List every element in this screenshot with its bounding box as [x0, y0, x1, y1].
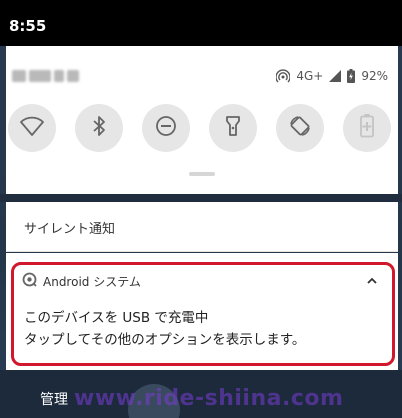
battery-charging-icon	[347, 69, 356, 83]
blurred-device-name	[12, 70, 80, 82]
status-time: 8:55	[9, 17, 47, 35]
notification-title: このデバイスを USB で充電中	[24, 310, 209, 326]
wifi-icon	[20, 116, 44, 140]
silent-notifications-label: サイレント通知	[24, 222, 116, 237]
flashlight-icon	[225, 115, 241, 141]
panel-drag-handle[interactable]	[189, 172, 215, 176]
quick-settings-tiles	[6, 104, 398, 154]
wifi-toggle[interactable]	[8, 104, 56, 152]
system-icons: 4G+ 92%	[276, 68, 388, 84]
chevron-up-icon[interactable]	[365, 273, 379, 287]
battery-saver-icon	[360, 114, 374, 142]
battery-saver-toggle[interactable]	[343, 104, 391, 152]
network-type: 4G+	[296, 69, 324, 83]
panel-divider	[0, 194, 402, 202]
android-system-icon	[22, 272, 37, 291]
watermark-text: www.ride-shiina.com	[74, 386, 344, 411]
quick-settings-panel: 4G+ 92%	[6, 46, 398, 194]
silent-notifications-header: サイレント通知	[6, 202, 398, 252]
do-not-disturb-icon	[155, 115, 177, 141]
auto-rotate-icon	[289, 115, 311, 141]
bluetooth-icon	[92, 115, 106, 141]
status-bar: 8:55	[0, 0, 402, 46]
bluetooth-toggle[interactable]	[75, 104, 123, 152]
notification-app-row: Android システム	[22, 272, 141, 290]
battery-level: 92%	[361, 69, 388, 83]
screen: 8:55 4G+ 92% サイレント通知 Android システム このデバイス…	[0, 0, 402, 418]
hotspot-icon	[276, 69, 291, 83]
manage-button[interactable]: 管理	[40, 389, 68, 409]
auto-rotate-toggle[interactable]	[276, 104, 324, 152]
flashlight-toggle[interactable]	[209, 104, 257, 152]
notification-app-name: Android システム	[43, 274, 141, 289]
quick-settings-header: 4G+ 92%	[6, 64, 398, 88]
signal-icon	[329, 70, 342, 82]
do-not-disturb-toggle[interactable]	[142, 104, 190, 152]
notification-text: タップしてその他のオプションを表示します。	[24, 332, 306, 348]
